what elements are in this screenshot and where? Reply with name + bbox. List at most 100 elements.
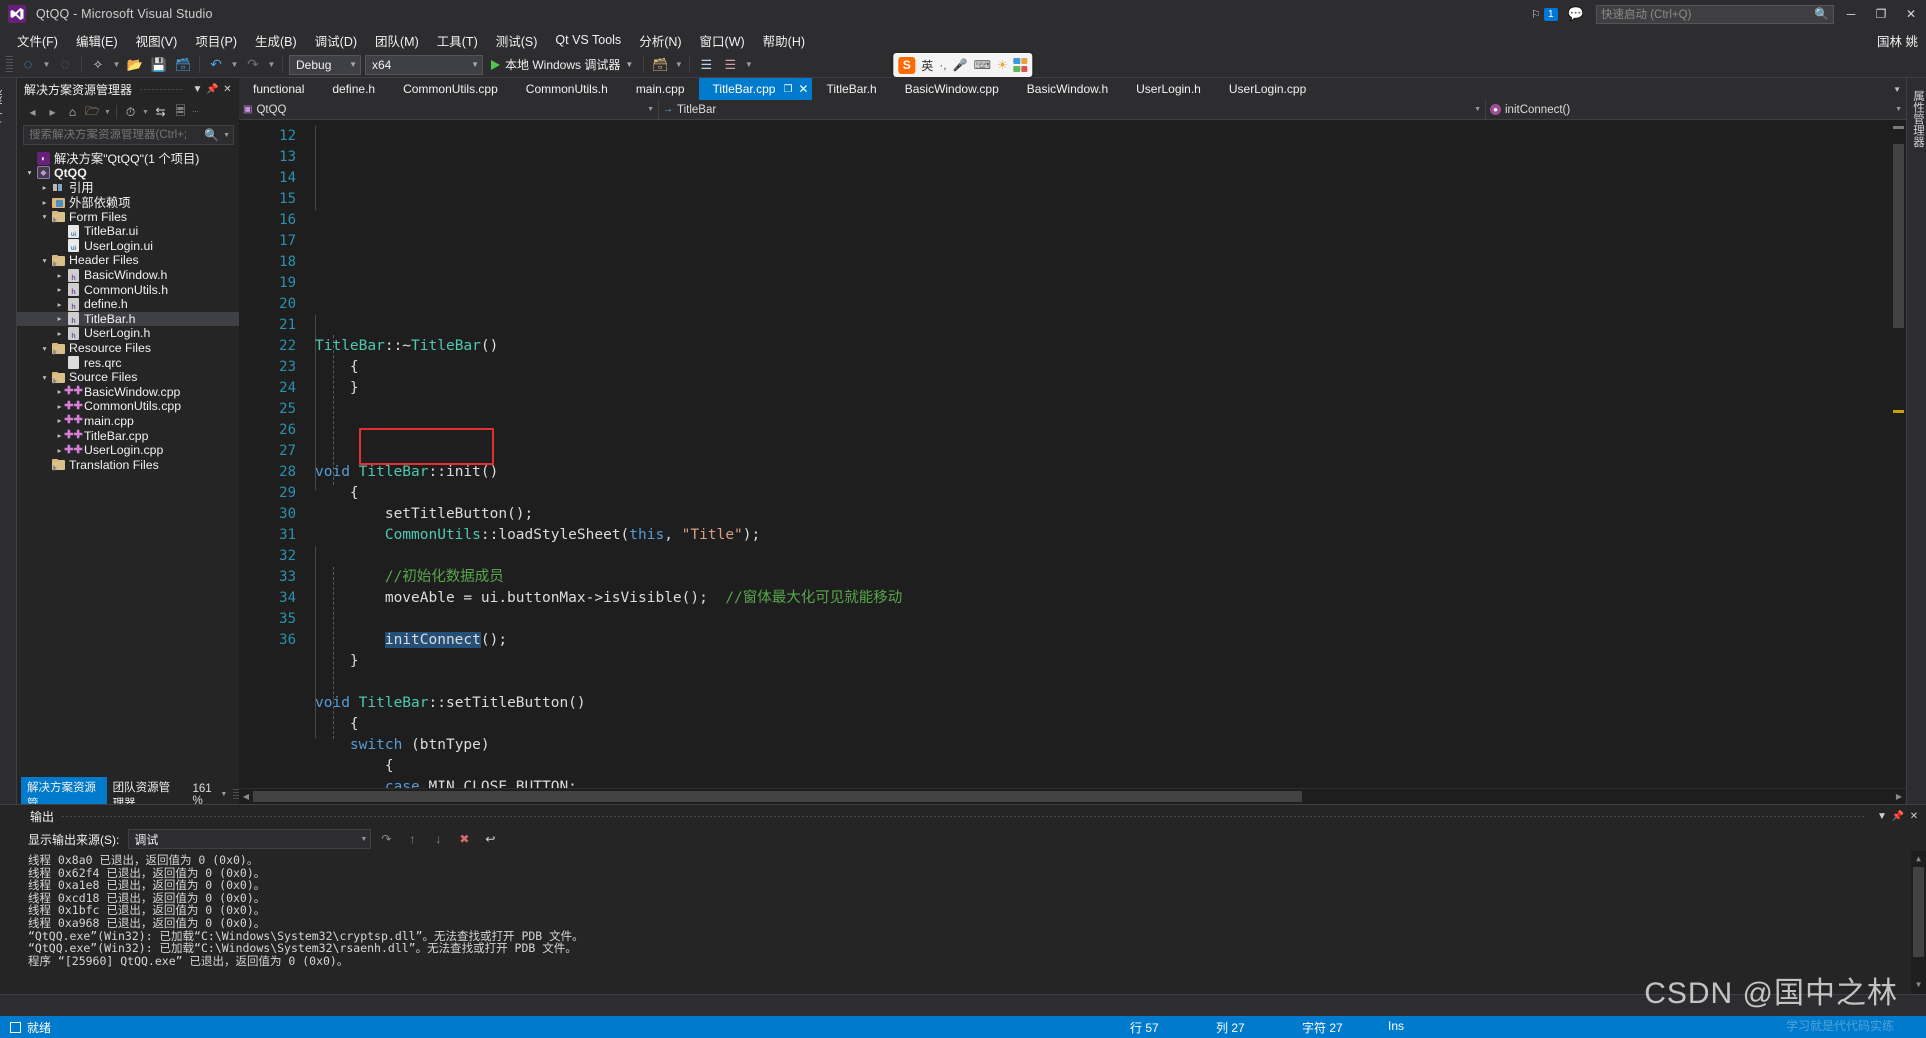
tree-item[interactable]: ▸ ✚✚ main.cpp <box>17 414 239 429</box>
code-line[interactable] <box>315 609 1906 630</box>
editor-tab[interactable]: main.cpp <box>622 78 699 100</box>
previous-message-icon[interactable]: ↑ <box>401 829 423 849</box>
menu-edit[interactable]: 编辑(E) <box>67 29 127 52</box>
editor-tab[interactable]: BasicWindow.h <box>1013 78 1122 100</box>
code-line[interactable]: −TitleBar::~TitleBar() <box>315 336 1906 357</box>
panel-menu-icon[interactable]: ▼ <box>1874 811 1890 822</box>
search-input[interactable] <box>29 129 205 141</box>
switch-views-icon[interactable]: 🗁 <box>83 103 102 122</box>
close-tab-icon[interactable]: ✕ <box>798 82 808 96</box>
tree-item[interactable]: ▸ h TitleBar.h <box>17 311 239 327</box>
tree-item[interactable]: ▸ h CommonUtils.h <box>17 282 239 297</box>
solution-platform-combo[interactable]: x64 ▼ <box>365 54 483 75</box>
code-line[interactable]: − switch (btnType) <box>315 735 1906 756</box>
output-input-row[interactable] <box>0 994 1926 1016</box>
open-file-icon[interactable]: 📂 <box>124 54 146 76</box>
code-line[interactable]: } <box>315 651 1906 672</box>
tree-item[interactable]: ▸ ✚✚ TitleBar.cpp <box>17 428 239 443</box>
editor-vertical-scrollbar[interactable] <box>1891 120 1906 788</box>
expand-twisty-icon[interactable]: ▸ <box>53 300 66 309</box>
properties-icon[interactable]: 🗏 <box>171 103 190 122</box>
sync-with-active-document-icon[interactable]: ⇆ <box>151 103 170 122</box>
close-panel-icon[interactable]: ✕ <box>1906 811 1922 822</box>
scroll-down-icon[interactable]: ▼ <box>1913 979 1924 992</box>
glyph-margin[interactable] <box>239 120 261 788</box>
expand-twisty-icon[interactable]: ▸ <box>53 271 66 280</box>
code-line[interactable]: { <box>315 483 1906 504</box>
code-line[interactable]: { <box>315 756 1906 777</box>
editor-tab[interactable]: BasicWindow.cpp <box>891 78 1013 100</box>
toggle-word-wrap-icon[interactable]: ↩ <box>479 829 501 849</box>
editor-tab[interactable]: functional <box>239 78 318 100</box>
tree-item[interactable]: ▾ Source Files <box>17 370 239 385</box>
save-icon[interactable]: 💾 <box>148 54 170 76</box>
scroll-track[interactable] <box>253 791 1892 802</box>
tree-item[interactable]: Translation Files <box>17 457 239 472</box>
expand-twisty-icon[interactable]: ▸ <box>38 183 51 192</box>
new-item-icon[interactable]: ✧ <box>87 54 109 76</box>
expand-twisty-icon[interactable]: ▸ <box>53 329 66 338</box>
output-vertical-scrollbar[interactable]: ▲ ▼ <box>1911 851 1926 994</box>
expand-twisty-icon[interactable]: ▾ <box>38 373 51 382</box>
attach-dropdown-icon[interactable]: ▼ <box>673 54 684 76</box>
expand-twisty-icon[interactable]: ▾ <box>23 168 36 177</box>
tree-item[interactable]: ▾ Form Files <box>17 209 239 224</box>
expand-twisty-icon[interactable]: ▸ <box>53 285 66 294</box>
redo-dropdown-icon[interactable]: ▼ <box>266 54 277 76</box>
editor-tab[interactable]: UserLogin.h <box>1122 78 1215 100</box>
output-text[interactable]: ▲ ▼ 线程 0x8a0 已退出，返回值为 0 (0x0)。 线程 0x62f4 … <box>0 851 1926 994</box>
tree-item[interactable]: ▸ h define.h <box>17 297 239 312</box>
pin-icon[interactable]: 📌 <box>205 84 220 95</box>
pin-icon[interactable]: 📌 <box>1890 811 1906 822</box>
tree-item[interactable]: ◐ 解决方案"QtQQ"(1 个项目) <box>17 151 239 166</box>
user-account-name[interactable]: 国林 姚 <box>1877 31 1918 50</box>
scrollbar-thumb[interactable] <box>253 791 1302 802</box>
expand-twisty-icon[interactable]: ▾ <box>38 344 51 353</box>
editor-horizontal-scrollbar[interactable]: ◀ ▶ <box>239 788 1906 804</box>
expand-twisty-icon[interactable]: ▾ <box>38 256 51 265</box>
menu-window[interactable]: 窗口(W) <box>691 29 754 52</box>
zoom-control[interactable]: 161 % ▼ <box>193 783 228 807</box>
overflow-icon[interactable]: ⋯ <box>191 108 200 116</box>
menu-build[interactable]: 生成(B) <box>246 29 306 52</box>
tree-item[interactable]: ▾ Header Files <box>17 253 239 268</box>
editor-tab[interactable]: TitleBar.cpp ❐ ✕ <box>698 78 813 100</box>
menu-file[interactable]: 文件(F) <box>8 29 67 52</box>
new-item-dropdown-icon[interactable]: ▼ <box>111 54 122 76</box>
uncomment-icon[interactable]: ☰ <box>719 54 741 76</box>
editor-tab[interactable]: CommonUtils.h <box>512 78 622 100</box>
tree-item[interactable]: ▸ ✚✚ CommonUtils.cpp <box>17 399 239 414</box>
code-line[interactable] <box>315 315 1906 336</box>
start-debug-button[interactable]: 本地 Windows 调试器 ▼ <box>486 56 638 73</box>
code-line[interactable]: moveAble = ui.buttonMax->isVisible(); //… <box>315 588 1906 609</box>
nav-member-dropdown[interactable]: ● initConnect() ▼ <box>1486 100 1906 119</box>
chevron-down-icon[interactable]: ▼ <box>223 132 230 139</box>
menu-help[interactable]: 帮助(H) <box>754 29 814 52</box>
code-line[interactable]: CommonUtils::loadStyleSheet(this, "Title… <box>315 525 1906 546</box>
tree-item[interactable]: res.qrc <box>17 355 239 370</box>
menu-debug[interactable]: 调试(D) <box>306 29 366 52</box>
solution-tree[interactable]: ◐ 解决方案"QtQQ"(1 个项目) ▾ ◆ QtQQ ▸ 引用 ▸ 外部依赖项 ▾ Form F… <box>17 147 239 785</box>
expand-twisty-icon[interactable]: ▾ <box>38 212 51 221</box>
code-line[interactable] <box>315 546 1906 567</box>
close-button[interactable]: ✕ <box>1896 0 1926 28</box>
menu-analyze[interactable]: 分析(N) <box>630 29 690 52</box>
editor-tab[interactable]: TitleBar.h <box>812 78 890 100</box>
tree-item[interactable]: ui TitleBar.ui <box>17 224 239 239</box>
comment-icon[interactable]: ☰ <box>695 54 717 76</box>
scroll-left-icon[interactable]: ◀ <box>239 792 253 801</box>
expand-twisty-icon[interactable]: ▸ <box>53 314 66 323</box>
nav-type-dropdown[interactable]: → TitleBar ▼ <box>659 100 1486 119</box>
menu-project[interactable]: 项目(P) <box>186 29 246 52</box>
tree-item[interactable]: ▾ Resource Files <box>17 341 239 356</box>
output-source-combo[interactable]: 调试 ▼ <box>128 829 372 849</box>
scroll-up-icon[interactable]: ▲ <box>1913 853 1924 866</box>
tree-item[interactable]: ▸ ✚✚ UserLogin.cpp <box>17 443 239 458</box>
microphone-icon[interactable]: 🎤 <box>953 58 968 72</box>
notifications-indicator[interactable]: ⚐ 1 <box>1531 7 1558 21</box>
solution-configuration-combo[interactable]: Debug ▼ <box>289 54 361 75</box>
code-line[interactable] <box>315 399 1906 420</box>
editor-tab[interactable]: CommonUtils.cpp <box>389 78 512 100</box>
solution-explorer-search[interactable]: 🔍 ▼ <box>23 125 234 145</box>
minimize-button[interactable]: ─ <box>1836 0 1866 28</box>
